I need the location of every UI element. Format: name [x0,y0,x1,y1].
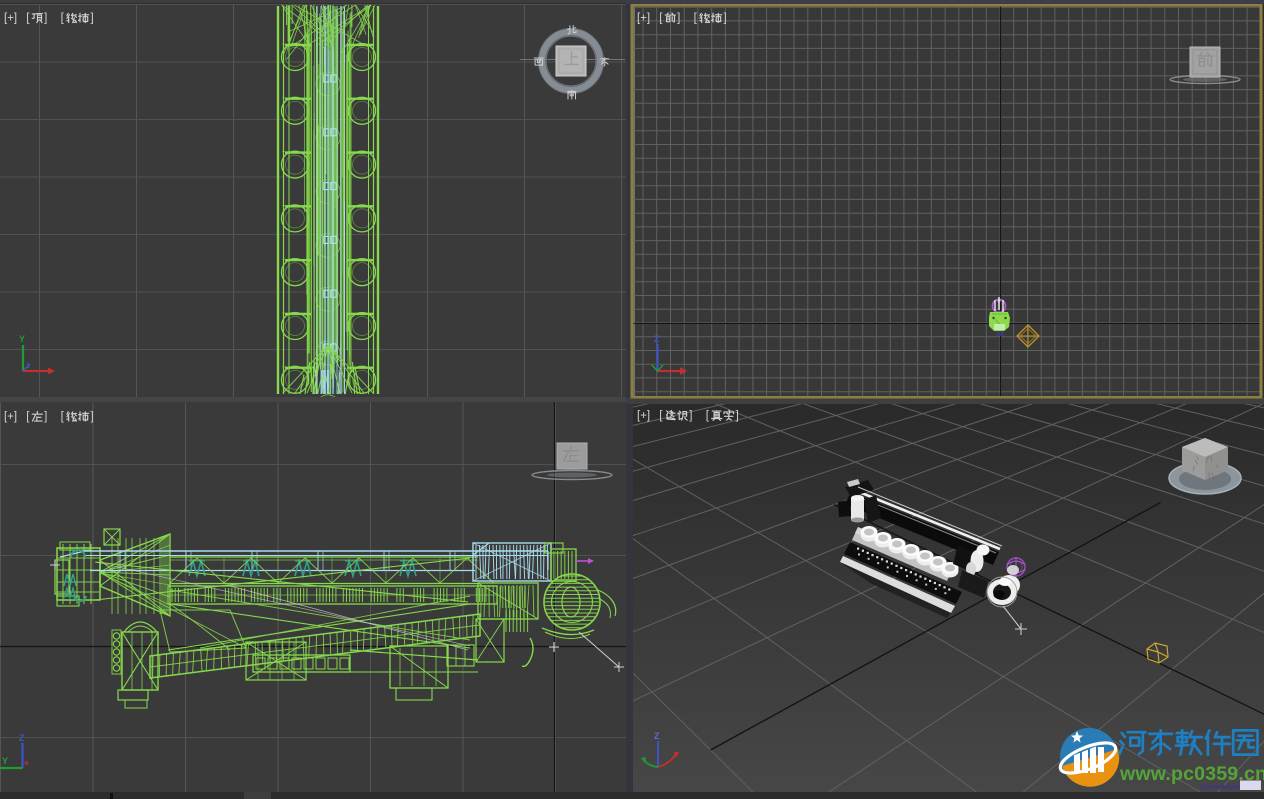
svg-text:]: ] [91,411,94,423]
svg-text:Z: Z [654,731,660,741]
svg-text:Z: Z [654,334,660,344]
svg-text:Z: Z [19,733,25,743]
svg-text:]: ] [44,13,47,25]
svg-text:]: ] [677,13,680,25]
svg-text:[+]: [+] [4,13,17,25]
svg-text:]: ] [689,410,692,422]
svg-text:]: ] [736,410,739,422]
svg-text:[+]: [+] [637,13,650,25]
svg-text:Y: Y [19,334,25,344]
svg-text:[+]: [+] [4,411,17,423]
svg-text:]: ] [724,13,727,25]
svg-text:]: ] [44,411,47,423]
svg-text:]: ] [91,13,94,25]
svg-text:[+]: [+] [637,410,650,422]
svg-text:Y: Y [2,756,8,766]
